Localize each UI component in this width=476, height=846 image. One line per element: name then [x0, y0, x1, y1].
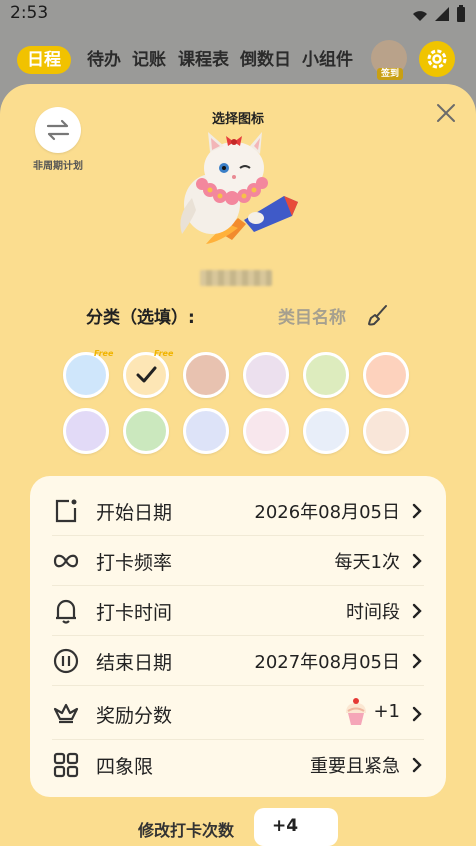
checkin-frequency-value: 每天1次	[334, 552, 400, 573]
end-date-value: 2027年08月05日	[254, 652, 400, 673]
start-date-value: 2026年08月05日	[254, 502, 400, 523]
free-tag: Free	[154, 349, 174, 358]
calendar-icon	[52, 497, 80, 525]
tab-widgets[interactable]: 小组件	[302, 46, 353, 74]
free-tag: Free	[94, 349, 114, 358]
gear-icon	[427, 49, 447, 69]
tab-todo[interactable]: 待办	[87, 46, 121, 74]
tab-countdown[interactable]: 倒数日	[240, 46, 291, 74]
swap-plan-label: 非周期计划	[33, 161, 83, 172]
checkin-time-row[interactable]: 打卡时间 时间段	[52, 585, 424, 636]
checkin-frequency-label: 打卡频率	[96, 552, 173, 574]
crown-icon	[52, 699, 80, 727]
tab-schedule[interactable]: 日程	[17, 46, 71, 74]
chevron-right-icon	[412, 757, 422, 773]
battery-icon	[457, 5, 465, 22]
checkin-count-value: +4	[272, 816, 299, 836]
cat-mascot-image[interactable]	[172, 128, 304, 248]
brush-icon[interactable]	[366, 303, 390, 327]
quadrant-row[interactable]: 四象限 重要且紧急	[52, 739, 424, 789]
modify-checkin-count-label: 修改打卡次数	[138, 821, 235, 840]
sign-in-badge[interactable]: 签到	[377, 68, 403, 80]
pause-circle-icon	[52, 647, 80, 675]
cell-signal-icon	[435, 7, 449, 21]
close-icon[interactable]	[434, 101, 458, 125]
status-icons	[412, 5, 466, 23]
end-date-row[interactable]: 结束日期 2027年08月05日	[52, 635, 424, 686]
tab-bookkeeping[interactable]: 记账	[132, 46, 166, 74]
chevron-right-icon	[412, 653, 422, 669]
checkin-time-label: 打卡时间	[96, 602, 173, 624]
start-date-row[interactable]: 开始日期 2026年08月05日	[52, 485, 424, 536]
chevron-right-icon	[412, 503, 422, 519]
quadrant-label: 四象限	[96, 756, 154, 778]
chevron-right-icon	[412, 603, 422, 619]
color-swatch[interactable]	[243, 408, 289, 454]
color-swatch[interactable]	[303, 408, 349, 454]
end-date-label: 结束日期	[96, 652, 173, 674]
signal-icon	[413, 11, 427, 21]
color-swatch[interactable]	[183, 408, 229, 454]
chevron-right-icon	[412, 553, 422, 569]
category-label: 分类（选填）:	[86, 308, 195, 328]
color-swatch[interactable]	[243, 352, 289, 398]
tab-timetable[interactable]: 课程表	[178, 46, 229, 74]
reward-points-value: +1	[373, 701, 400, 722]
settings-card: 开始日期 2026年08月05日 打卡频率 每天1次 打卡时间 时间段 结束日期…	[30, 476, 446, 797]
status-time: 2:53	[10, 3, 49, 23]
color-swatch[interactable]	[63, 352, 109, 398]
start-date-label: 开始日期	[96, 502, 173, 524]
checkin-time-value: 时间段	[346, 602, 400, 623]
reward-points-row[interactable]: 奖励分数 +1	[52, 685, 424, 740]
color-swatch[interactable]	[123, 408, 169, 454]
reward-points-label: 奖励分数	[96, 705, 173, 727]
swap-plan-type-button[interactable]	[35, 107, 81, 153]
cupcake-icon	[346, 698, 366, 725]
checkin-frequency-row[interactable]: 打卡频率 每天1次	[52, 535, 424, 586]
color-swatch[interactable]	[363, 352, 409, 398]
category-name-input[interactable]: 类目名称	[278, 303, 346, 328]
choose-icon-title[interactable]: 选择图标	[188, 108, 288, 127]
color-swatch[interactable]	[303, 352, 349, 398]
bell-icon	[52, 597, 80, 625]
quadrant-value: 重要且紧急	[310, 756, 400, 777]
checkmark-icon	[136, 366, 157, 383]
color-swatch-selected[interactable]	[123, 352, 169, 398]
swap-icon	[46, 119, 70, 141]
checkin-count-input[interactable]: +4	[254, 808, 338, 846]
color-swatch[interactable]	[363, 408, 409, 454]
chevron-right-icon	[412, 706, 422, 722]
infinity-icon	[52, 547, 80, 575]
settings-button[interactable]	[419, 41, 455, 77]
color-swatch[interactable]	[63, 408, 109, 454]
blurred-plan-name[interactable]	[200, 270, 272, 286]
color-swatch[interactable]	[183, 352, 229, 398]
status-bar: 2:53	[0, 0, 476, 28]
quadrant-icon	[52, 751, 80, 779]
